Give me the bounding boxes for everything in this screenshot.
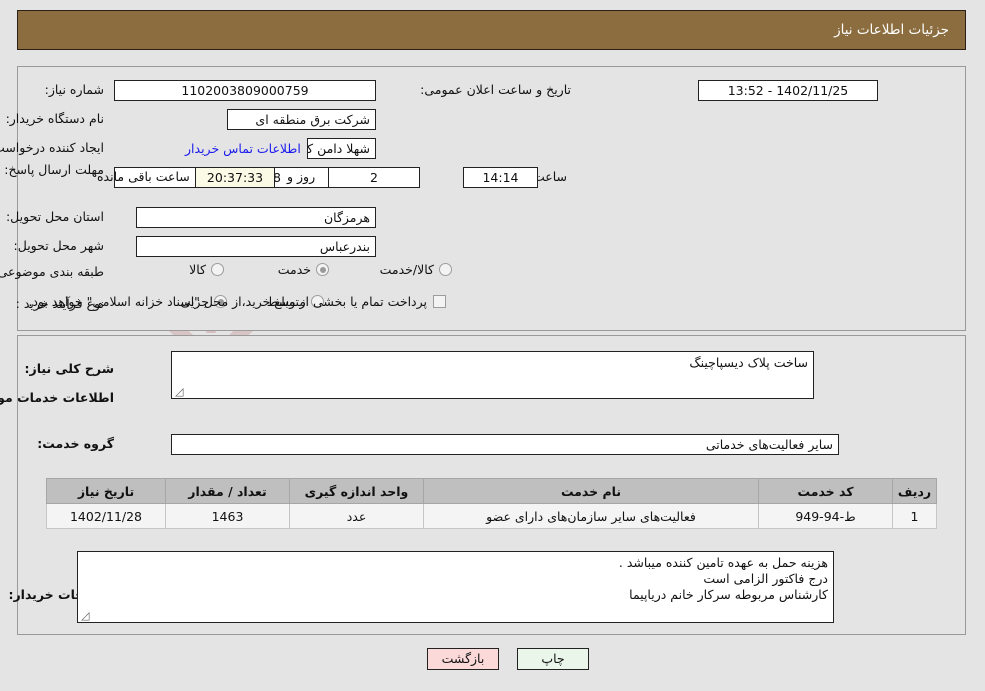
cell-row-no: 1 (893, 503, 938, 529)
city-label: شهر محل تحویل: (14, 238, 105, 253)
table-header-service-code: کد خدمت (759, 478, 894, 504)
general-desc-value: ساخت پلاک دیسپاچینگ (690, 355, 809, 370)
remaining-time-label: ساعت باقی مانده (98, 169, 191, 184)
table-header-unit: واحد اندازه گیری (290, 478, 425, 504)
table-header-row-no: ردیف (893, 478, 938, 504)
cell-need-date: 1402/11/28 (47, 503, 167, 529)
buyer-org-label: نام دستگاه خریدار: (6, 111, 105, 126)
province-value: هرمزگان (137, 207, 377, 228)
province-label: استان محل تحویل: (6, 209, 105, 224)
table-row: 1 ط-94-949 فعالیت‌های سایر سازمان‌های دا… (47, 503, 938, 529)
services-section-title: اطلاعات خدمات مورد نیاز (0, 390, 115, 405)
announce-datetime-value: 1402/11/25 - 13:52 (699, 80, 879, 101)
category-radio-khedmat[interactable]: خدمت (279, 262, 330, 277)
page-title-bar: جزئیات اطلاعات نیاز (18, 10, 967, 50)
radio-circle-icon[interactable] (317, 263, 330, 276)
radio-circle-icon[interactable] (440, 263, 453, 276)
services-table: ردیف کد خدمت نام خدمت واحد اندازه گیری ت… (47, 478, 938, 529)
cell-service-code: ط-94-949 (759, 503, 894, 529)
page-title: جزئیات اطلاعات نیاز (835, 22, 950, 38)
table-header-need-date: تاریخ نیاز (47, 478, 167, 504)
remaining-time-countdown: 20:37:33 (196, 167, 276, 188)
buyer-notes-textarea[interactable]: هزینه حمل به عهده تامین کننده میباشد . د… (78, 551, 835, 623)
deadline-time-value: 14:14 (464, 167, 539, 188)
category-label: طبقه بندی موضوعی: (0, 264, 105, 279)
buyer-contact-link[interactable]: اطلاعات تماس خریدار (186, 141, 302, 156)
treasury-bond-checkbox-row[interactable]: پرداخت تمام یا بخشی از مبلغ خرید،از محل … (29, 294, 447, 309)
cell-service-name: فعالیت‌های سایر سازمان‌های دارای عضو (424, 503, 760, 529)
category-radio-kala[interactable]: کالا (190, 262, 225, 277)
resize-grip-icon[interactable]: ◺ (82, 609, 91, 622)
back-button[interactable]: بازگشت (428, 648, 500, 670)
city-value: بندرعباس (137, 236, 377, 257)
print-button[interactable]: چاپ (518, 648, 590, 670)
buyer-org-value: شرکت برق منطقه ای (228, 109, 377, 130)
requester-value: شهلا دامن کشان کاربرداز شرکت برق منطقه ا… (308, 138, 377, 159)
general-desc-textarea[interactable]: ساخت پلاک دیسپاچینگ ◺ (172, 351, 815, 399)
deadline-label: مهلت ارسال پاسخ: تا تاریخ: (0, 162, 105, 177)
table-header-service-name: نام خدمت (424, 478, 760, 504)
service-group-label: گروه خدمت: (38, 436, 115, 451)
service-group-value: سایر فعالیت‌های خدماتی (172, 434, 840, 455)
deadline-time-label: ساعت (534, 169, 569, 184)
table-header-quantity: تعداد / مقدار (166, 478, 291, 504)
checkbox-icon[interactable] (434, 295, 447, 308)
radio-circle-icon[interactable] (212, 263, 225, 276)
need-info-panel (18, 66, 967, 331)
remaining-days-label: روز و (288, 169, 317, 184)
category-option-label: خدمت (278, 262, 312, 277)
buyer-note-line: کارشناس مربوطه سرکار خانم دریاپیما (630, 587, 829, 602)
cell-quantity: 1463 (166, 503, 291, 529)
resize-grip-icon[interactable]: ◺ (176, 385, 185, 398)
treasury-bond-text: پرداخت تمام یا بخشی از مبلغ خرید،از محل … (29, 294, 428, 309)
category-option-label: کالا/خدمت (380, 262, 435, 277)
table-header-row: ردیف کد خدمت نام خدمت واحد اندازه گیری ت… (47, 478, 938, 504)
need-number-value: 1102003809000759 (115, 80, 377, 101)
general-desc-label: شرح کلی نیاز: (25, 361, 115, 376)
announce-datetime-label: تاریخ و ساعت اعلان عمومی: (421, 82, 572, 97)
category-option-label: کالا (190, 262, 207, 277)
cell-unit: عدد (290, 503, 425, 529)
need-number-label: شماره نیاز: (45, 82, 105, 97)
category-radio-kala-khedmat[interactable]: کالا/خدمت (381, 262, 453, 277)
buyer-note-line: درج فاکتور الزامی است (704, 571, 829, 586)
buyer-note-line: هزینه حمل به عهده تامین کننده میباشد . (619, 555, 829, 570)
requester-label: ایجاد کننده درخواست: (0, 140, 105, 155)
remaining-days-value: 2 (329, 167, 421, 188)
